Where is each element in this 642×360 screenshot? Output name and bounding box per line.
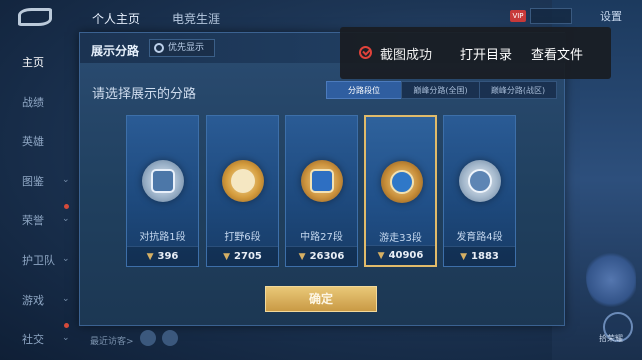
- lane-card-top[interactable]: 对抗路1段 ▼ 396: [126, 115, 199, 267]
- bot-lane-medal-icon: [459, 160, 501, 202]
- mid-lane-medal-icon: [301, 160, 343, 202]
- nav-item-atlas[interactable]: 图鉴: [22, 173, 44, 189]
- support-medal-icon: [381, 161, 423, 203]
- lane-card-bot[interactable]: 发育路4段 ▼ 1883: [443, 115, 516, 267]
- butterfly-decoration: [586, 250, 636, 310]
- left-navigation: 主页 战绩 英雄 图鉴 ⌄ 荣誉 ⌄ 护卫队 ⌄ 游戏 ⌄ 社交 ⌄: [0, 40, 80, 360]
- panel-title: 展示分路: [91, 44, 140, 58]
- avatar[interactable]: [140, 330, 156, 346]
- gear-icon: [154, 43, 164, 53]
- screenshot-toast: 截图成功 打开目录 查看文件: [340, 27, 611, 79]
- nav-item-record[interactable]: 战绩: [22, 94, 44, 110]
- top-lane-medal-icon: [142, 160, 184, 202]
- view-file-link[interactable]: 查看文件: [531, 44, 583, 63]
- visitor-avatars: [140, 330, 250, 350]
- nav-item-heroes[interactable]: 英雄: [22, 133, 44, 149]
- rank-chevron-icon: ▼: [460, 252, 468, 262]
- tab-lane-rank[interactable]: 分路段位: [326, 81, 402, 99]
- lane-label: 游走33段: [379, 233, 422, 244]
- chevron-down-icon: ⌄: [62, 333, 70, 343]
- nav-item-guard[interactable]: 护卫队: [22, 252, 55, 268]
- notification-dot: [64, 323, 69, 328]
- chevron-down-icon: ⌄: [62, 214, 70, 224]
- open-directory-link[interactable]: 打开目录: [460, 44, 512, 63]
- rank-chevron-icon: ▼: [223, 252, 231, 262]
- tab-peak-region[interactable]: 巅峰分路(战区): [479, 81, 557, 99]
- lane-card-jungle[interactable]: 打野6段 ▼ 2705: [206, 115, 279, 267]
- select-lane-prompt: 请选择展示的分路: [92, 87, 197, 102]
- game-logo-icon: [18, 8, 52, 26]
- lane-label: 中路27段: [300, 232, 343, 243]
- lane-card-list: 对抗路1段 ▼ 396 打野6段 ▼ 2705 中路27段 ▼ 26306 游走33段…: [126, 115, 522, 267]
- recent-visitors[interactable]: 最近访客>: [90, 334, 134, 347]
- toast-message: 截图成功: [380, 48, 433, 63]
- jungle-medal-icon: [222, 160, 264, 202]
- nav-item-social[interactable]: 社交: [22, 331, 44, 347]
- lane-score: ▼ 26306: [286, 246, 357, 266]
- lane-score: ▼ 40906: [366, 245, 435, 265]
- lane-score: ▼ 1883: [444, 246, 515, 266]
- vip-badge: VIP: [510, 10, 526, 22]
- tab-esports-career[interactable]: 电竞生涯: [172, 10, 220, 27]
- settings-button[interactable]: 设置: [600, 8, 622, 24]
- lane-label: 发育路4段: [456, 232, 503, 243]
- nav-item-honor[interactable]: 荣誉: [22, 212, 44, 228]
- lane-score: ▼ 2705: [207, 246, 278, 266]
- lane-card-mid[interactable]: 中路27段 ▼ 26306: [285, 115, 358, 267]
- confirm-button[interactable]: 确定: [265, 286, 377, 312]
- lane-card-support[interactable]: 游走33段 ▼ 40906: [364, 115, 437, 267]
- rank-chevron-icon: ▼: [298, 252, 306, 262]
- chevron-down-icon: ⌄: [62, 254, 70, 264]
- lane-score: ▼ 396: [127, 246, 198, 266]
- notification-dot: [64, 204, 69, 209]
- check-circle-icon: [359, 46, 372, 59]
- chevron-down-icon: ⌄: [62, 294, 70, 304]
- nav-item-games[interactable]: 游戏: [22, 292, 44, 308]
- rank-chevron-icon: ▼: [146, 252, 154, 262]
- lane-tabs: 分路段位 巅峰分路(全国) 巅峰分路(战区): [326, 81, 557, 99]
- priority-label: 优先显示: [168, 43, 205, 53]
- chevron-down-icon: ⌄: [62, 175, 70, 185]
- avatar[interactable]: [162, 330, 178, 346]
- rank-chevron-icon: ▼: [377, 251, 385, 261]
- tab-peak-national[interactable]: 巅峰分路(全国): [401, 81, 480, 99]
- right-action-label: 拾荣耀: [599, 334, 623, 343]
- nav-item-home[interactable]: 主页: [22, 54, 44, 70]
- lane-label: 对抗路1段: [139, 232, 186, 243]
- priority-display-button[interactable]: 优先显示: [149, 39, 215, 57]
- player-name-field: [530, 8, 572, 24]
- lane-label: 打野6段: [224, 232, 261, 243]
- tab-personal-home[interactable]: 个人主页: [92, 10, 140, 27]
